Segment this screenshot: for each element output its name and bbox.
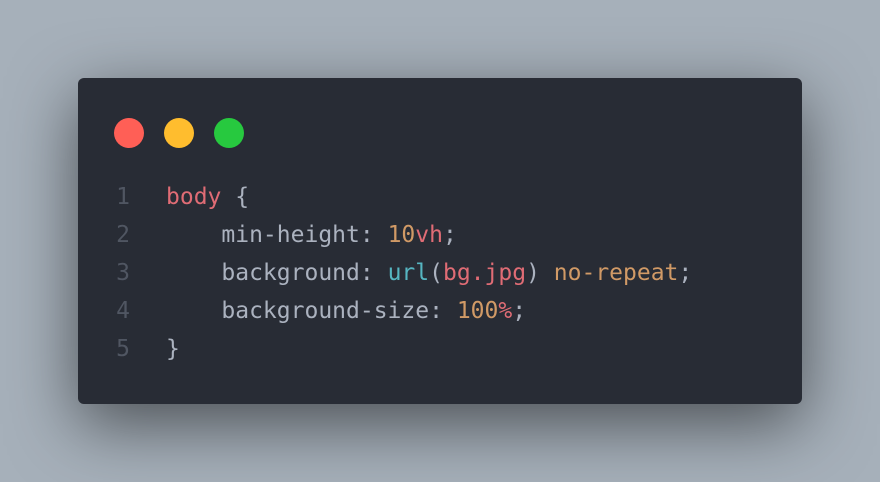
code-token: bg.jpg	[442, 260, 527, 286]
line-number: 1	[116, 184, 130, 210]
code-token: :	[429, 298, 457, 324]
code-line: 1 body {	[78, 178, 802, 216]
code-token: ;	[442, 222, 457, 248]
code-token: :	[359, 222, 388, 248]
code-token: 10	[387, 222, 416, 248]
minimize-dot[interactable]	[164, 118, 194, 148]
code-content: body {	[166, 184, 249, 210]
code-token: ;	[512, 298, 527, 324]
code-token: vh	[415, 222, 443, 248]
code-window: 1 body {2 min-height: 10vh; 3 background: …	[78, 78, 802, 404]
code-token: }	[166, 336, 180, 362]
code-token: no-repeat	[553, 260, 679, 286]
code-token: min-height	[221, 222, 360, 248]
code-token: background-size	[221, 298, 430, 324]
line-number: 5	[116, 336, 130, 362]
line-number: 3	[116, 260, 130, 286]
code-token: :	[359, 260, 388, 286]
code-token: {	[221, 184, 250, 210]
code-content: background: url(bg.jpg) no-repeat;	[166, 260, 692, 286]
code-content: }	[166, 336, 180, 362]
code-token: (	[429, 260, 443, 286]
close-dot[interactable]	[114, 118, 144, 148]
code-content: background-size: 100%;	[166, 298, 526, 324]
code-content: min-height: 10vh;	[166, 222, 457, 248]
code-token: ;	[678, 260, 693, 286]
window-controls	[114, 118, 244, 148]
code-token: background	[221, 260, 360, 286]
code-line: 3 background: url(bg.jpg) no-repeat;	[78, 254, 802, 292]
code-token: body	[166, 184, 222, 210]
code-token: %	[498, 298, 513, 324]
code-block: 1 body {2 min-height: 10vh; 3 background: …	[78, 178, 802, 368]
code-line: 5}	[78, 330, 802, 368]
code-line: 2 min-height: 10vh;	[78, 216, 802, 254]
code-token: )	[526, 260, 554, 286]
code-token: url	[387, 260, 430, 286]
code-token: 100	[456, 298, 499, 324]
line-number: 4	[116, 298, 130, 324]
line-number: 2	[116, 222, 130, 248]
maximize-dot[interactable]	[214, 118, 244, 148]
code-line: 4 background-size: 100%;	[78, 292, 802, 330]
